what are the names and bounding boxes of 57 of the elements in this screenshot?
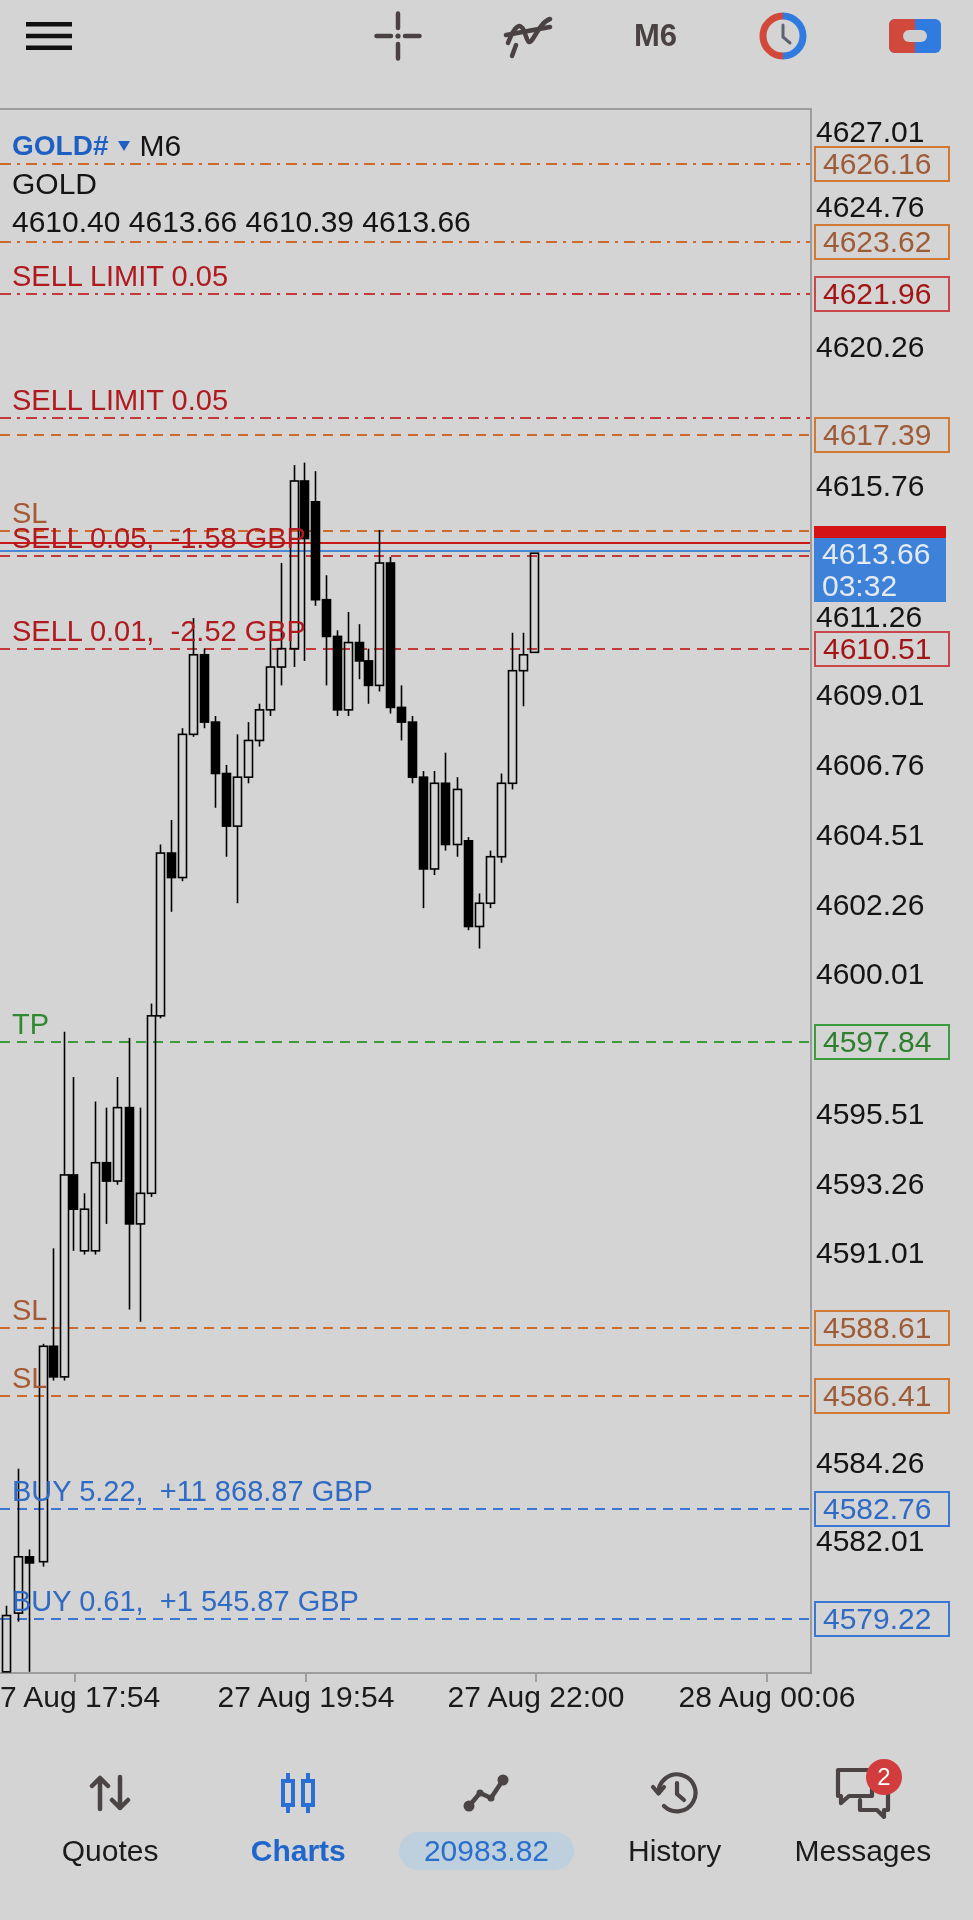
nav-tab[interactable]: Charts: [204, 1754, 393, 1874]
clock-icon[interactable]: [757, 10, 809, 62]
timeframe-button[interactable]: M6: [633, 16, 677, 56]
price-scale-label: 4595.51: [816, 1099, 925, 1128]
price-scale-label: 4624.76: [816, 193, 925, 221]
price-scale-label: 4611.26: [816, 603, 923, 631]
price-tag: 4579.22: [814, 1601, 950, 1637]
ohlc-values: 4610.40 4613.66 4610.39 4613.66: [12, 204, 471, 240]
time-scale-label: 27 Aug 22:00: [447, 1681, 625, 1713]
bar-countdown: 03:32: [822, 570, 899, 602]
menu-icon[interactable]: [26, 22, 72, 50]
price-scale-label: 4600.01: [816, 960, 925, 989]
bullish-candle: [474, 892, 485, 950]
time-scale-label: 28 Aug 00:06: [678, 1681, 856, 1713]
price-scale-label: 4620.26: [816, 332, 925, 361]
price-tag: 4586.41: [814, 1378, 950, 1414]
balance-pill: 20983.82: [398, 1832, 575, 1870]
time-scale-label: 27 Aug 19:54: [217, 1681, 395, 1713]
price-scale-label: 4627.01: [816, 118, 925, 146]
symbol-dropdown[interactable]: GOLD#: [12, 127, 109, 165]
price-tag: 4617.39: [814, 417, 950, 453]
price-scale-label: 4602.26: [816, 890, 925, 919]
price-scale-label: 4584.26: [816, 1448, 925, 1477]
stop-loss-label: SL: [12, 501, 48, 525]
price-tag: 4623.62: [814, 224, 950, 260]
crosshair-icon[interactable]: [373, 11, 422, 61]
bid-price: 4613.66: [822, 538, 932, 570]
price-scale-label: 4609.01: [816, 681, 925, 710]
price-scale-label: 4615.76: [816, 472, 925, 500]
take-profit-label: TP: [12, 1012, 50, 1036]
symbol-description: GOLD: [12, 166, 99, 202]
price-tag: 4610.51: [814, 631, 950, 667]
price-scale-label: 4604.51: [816, 820, 925, 849]
price-tag: 4588.61: [814, 1310, 950, 1346]
timeframe-label: M6: [139, 128, 182, 164]
nav-tab[interactable]: 2 Messages: [768, 1754, 957, 1874]
order-label: SELL LIMIT 0.05: [12, 264, 228, 288]
toggle-icon[interactable]: [889, 19, 941, 53]
caret-icon[interactable]: [118, 141, 131, 151]
order-label: SELL LIMIT 0.05: [12, 388, 228, 412]
nav-tab[interactable]: Quotes: [16, 1754, 205, 1874]
stop-loss-label: SL: [12, 1298, 48, 1322]
line-chart-icon: [462, 1773, 511, 1813]
price-tag: 4621.96: [814, 276, 950, 312]
time-scale-label: 7 Aug 17:54: [0, 1681, 161, 1713]
nav-tab[interactable]: History: [580, 1754, 769, 1874]
price-tag: 4582.76: [814, 1491, 950, 1527]
price-tag: 4626.16: [814, 146, 950, 182]
price-scale-label: 4591.01: [816, 1239, 925, 1268]
arrows-icon: [89, 1774, 132, 1812]
bearish-candle: [354, 623, 365, 681]
price-tag: 4597.84: [814, 1024, 950, 1060]
price-scale-label: 4582.01: [816, 1527, 925, 1555]
price-scale-label: 4593.26: [816, 1169, 925, 1198]
bearish-candle: [363, 647, 374, 705]
notification-badge: 2: [865, 1759, 902, 1795]
price-scale-label: 4606.76: [816, 751, 925, 779]
